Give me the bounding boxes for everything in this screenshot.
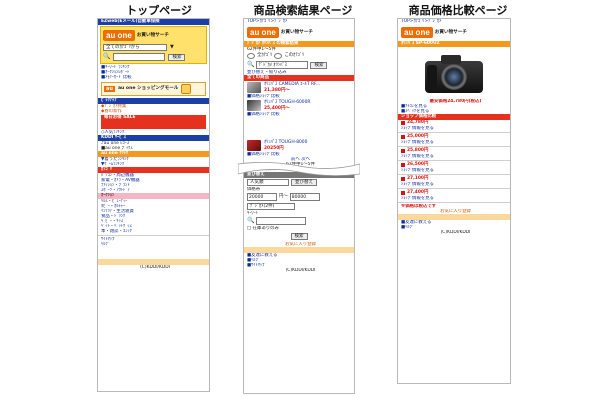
au-mini-logo: au <box>104 85 115 93</box>
search-logo: au one お買い物サーチ <box>247 26 351 39</box>
search-query-input[interactable]: ﾃﾞｼﾞｶﾒ ｵﾘﾝﾊﾟｽ <box>256 61 309 69</box>
price-from-input[interactable]: 20000 <box>247 193 277 201</box>
top-page-screen: EZweb(Eメール)自動車保険 au one お買い物サーチ 全てのｶﾃｺﾞﾘ… <box>97 18 210 392</box>
au-one-logo: au one <box>401 27 433 38</box>
scope-radio[interactable] <box>247 53 255 59</box>
price-to-input[interactable]: 80000 <box>289 193 320 201</box>
search-footer: (C)KDDI/KDDI <box>285 268 316 273</box>
compare-page-screen: TOP>ｶﾃｺﾞﾘ>ﾃﾞｼﾞｶﾒ au one お買い物サーチ ｵﾘﾝﾊﾟｽ S… <box>397 18 511 384</box>
top-search-box: au one お買い物サーチ 全てのｶﾃｺﾞﾘから ▼ 🔍 検索 <box>100 26 207 64</box>
search-icon: 🔍 <box>247 61 255 69</box>
maker-select[interactable]: ﾃﾞｼﾞｶﾒ(2件) <box>247 203 295 210</box>
brand-subtitle: お買い物サーチ <box>434 29 467 35</box>
shop-link[interactable]: ｼｮｯﾌﾟ情報を見る <box>398 182 510 187</box>
list-item[interactable]: ｵﾘﾝﾊﾟｽ CAMEDIA ｴｰﾙT RF... 21,380円〜 <box>244 81 354 94</box>
shopping-bag-icon <box>181 84 192 94</box>
top-link[interactable]: 本・雑誌・ｺﾐｯｸ <box>98 229 209 234</box>
shop-link[interactable]: ｼｮｯﾌﾟ情報を見る <box>398 126 510 131</box>
shop-link[interactable]: ｼｮｯﾌﾟ情報を見る <box>398 154 510 159</box>
search-page-title: 商品検索結果ページ <box>253 4 353 17</box>
shopping-mall-banner[interactable]: au au one ショッピングモール <box>101 82 206 96</box>
top-link[interactable]: ■ﾒﾓﾘｰｶｰﾄﾞ比較 <box>98 75 209 80</box>
au-one-logo: au one <box>103 30 135 41</box>
chevron-down-icon: ▼ <box>170 44 174 51</box>
search-bottom-button[interactable]: 検索 <box>290 233 308 240</box>
sort-button[interactable]: 並び替え <box>291 179 317 186</box>
shop-price: 27,100円 <box>407 176 429 182</box>
screenshot-root: トップページ 商品検索結果ページ 商品価格比較ページ EZweb(Eメール)自動… <box>0 0 610 400</box>
top-header-line: EZweb(Eメール)自動車保険 <box>98 19 209 25</box>
search-page-screen: TOP>ｶﾃｺﾞﾘ>ﾃﾞｼﾞｶﾒ au one お買い物サーチ ﾃﾞｼﾞｶﾒ ｵ… <box>243 18 355 394</box>
compare-breadcrumb[interactable]: TOP>ｶﾃｺﾞﾘ>ﾃﾞｼﾞｶﾒ <box>398 19 510 24</box>
top-search-input[interactable] <box>113 53 166 61</box>
shop-price: 24,780円 <box>407 120 429 126</box>
shop-link[interactable]: ｼｮｯﾌﾟ情報を見る <box>398 196 510 201</box>
product-thumbnail <box>247 82 261 93</box>
top-link[interactable]: ﾍﾙﾌﾟ <box>98 242 209 247</box>
search-icon: 🔍 <box>247 217 255 225</box>
page-break-marker <box>238 162 360 176</box>
list-item[interactable]: ｵﾘﾝﾊﾟｽ TOUGH-6000R 25,400円〜 <box>244 99 354 112</box>
search-breadcrumb[interactable]: TOP>ｶﾃｺﾞﾘ>ﾃﾞｼﾞｶﾒ <box>244 19 354 24</box>
brand-subtitle: お買い物サーチ <box>280 29 313 35</box>
shopping-mall-label: au one ショッピングモール <box>117 86 179 92</box>
scope-radio[interactable] <box>274 53 283 59</box>
au-one-logo: au one <box>247 27 279 38</box>
shop-price: 25,800円 <box>407 148 429 154</box>
shop-link[interactable]: ｼｮｯﾌﾟ情報を見る <box>398 140 510 145</box>
brand-subtitle: お買い物サーチ <box>136 32 169 38</box>
list-item[interactable]: ｵﾘﾝﾊﾟｽ TOUGH-8000 20250円 <box>244 139 354 152</box>
search-icon: 🔍 <box>103 53 111 61</box>
sale-banner[interactable]: 毎日お得 SALE <box>101 115 206 129</box>
compare-page-title: 商品価格比較ページ <box>408 4 508 17</box>
sort-select[interactable]: 人気順 <box>247 179 289 186</box>
top-link[interactable]: ◆春の新作 <box>98 109 209 114</box>
product-price: 25,400円〜 <box>264 105 290 111</box>
top-logo: au one お買い物サーチ <box>103 29 204 42</box>
product-thumbnail <box>247 140 261 151</box>
product-thumbnail <box>247 100 261 111</box>
keyword-input[interactable] <box>256 217 307 225</box>
search-button[interactable]: 検索 <box>310 61 328 69</box>
product-name-bar: ｵﾘﾝﾊﾟｽ SP-600UZ <box>398 41 510 47</box>
camera-image <box>419 51 489 97</box>
shop-price: 27,400円 <box>407 190 429 196</box>
shop-price: 26,500円 <box>407 162 429 168</box>
top-footer: (C)KDDI/KDDI <box>140 265 170 270</box>
product-price: 21,380円〜 <box>264 87 290 93</box>
shop-price: 25,000円 <box>407 134 429 140</box>
compare-logo: au one お買い物サーチ <box>401 26 507 39</box>
top-search-button[interactable]: 検索 <box>168 53 186 61</box>
category-select[interactable]: 全てのｶﾃｺﾞﾘから <box>103 44 167 51</box>
shop-link[interactable]: ｼｮｯﾌﾟ情報を見る <box>398 168 510 173</box>
product-price: 20250円 <box>264 145 284 151</box>
compare-footer: (C)KDDI/KDDI <box>440 230 471 235</box>
top-page-title: トップページ <box>126 4 192 17</box>
